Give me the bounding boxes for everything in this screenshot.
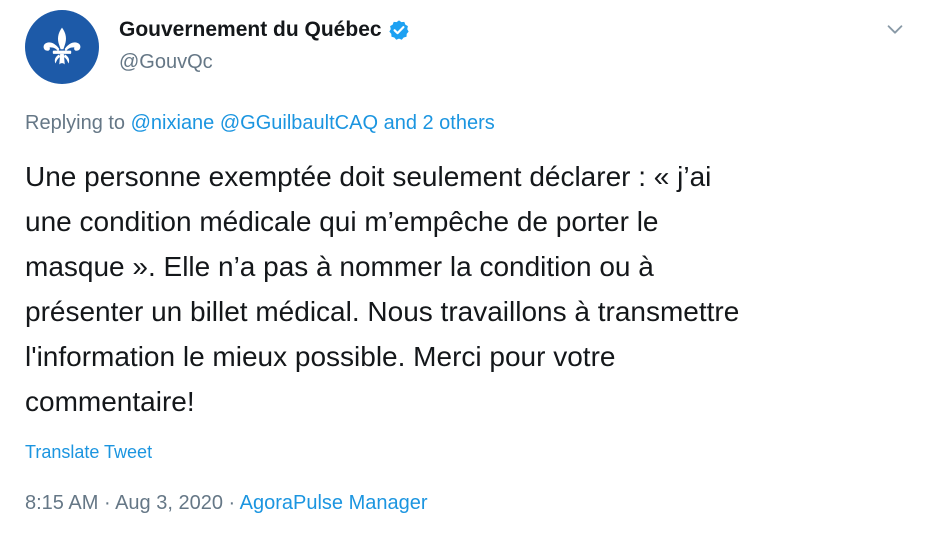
translate-tweet-link[interactable]: Translate Tweet (25, 442, 152, 463)
tweet-text-line: présenter un billet médical. Nous travai… (25, 296, 740, 327)
author-name-row: Gouvernement du Québec (119, 18, 410, 42)
fleur-de-lis-icon (43, 27, 81, 65)
tweet-text-line: Une personne exemptée doit seulement déc… (25, 161, 712, 192)
verified-badge-icon (388, 19, 410, 41)
mention-link-nixiane[interactable]: @nixiane (131, 112, 215, 134)
tweet-source-link[interactable]: AgoraPulse Manager (240, 492, 428, 514)
tweet-text-line: masque ». Elle n’a pas à nommer la condi… (25, 251, 654, 282)
replying-to: Replying to @nixiane @GGuilbaultCAQ and … (25, 112, 495, 135)
tweet-text-line: l'information le mieux possible. Merci p… (25, 341, 616, 372)
others-link[interactable]: and 2 others (384, 112, 495, 134)
mention-link-gguilbaultcaq[interactable]: @GGuilbaultCAQ (220, 112, 378, 134)
chevron-down-icon[interactable] (884, 18, 906, 40)
tweet-time[interactable]: 8:15 AM (25, 492, 98, 514)
replying-prefix: Replying to (25, 112, 126, 134)
tweet: Gouvernement du Québec @GouvQc Replying … (0, 0, 934, 535)
tweet-date[interactable]: Aug 3, 2020 (115, 492, 223, 514)
meta-separator: · (228, 492, 236, 514)
avatar[interactable] (25, 10, 99, 84)
author-handle[interactable]: @GouvQc (119, 51, 213, 74)
author-display-name[interactable]: Gouvernement du Québec (119, 18, 382, 42)
tweet-text: Une personne exemptée doit seulement déc… (25, 154, 910, 424)
tweet-text-line: une condition médicale qui m’empêche de … (25, 206, 659, 237)
meta-separator: · (103, 492, 111, 514)
tweet-meta: 8:15 AM · Aug 3, 2020 · AgoraPulse Manag… (25, 492, 428, 515)
tweet-text-line: commentaire! (25, 386, 195, 417)
